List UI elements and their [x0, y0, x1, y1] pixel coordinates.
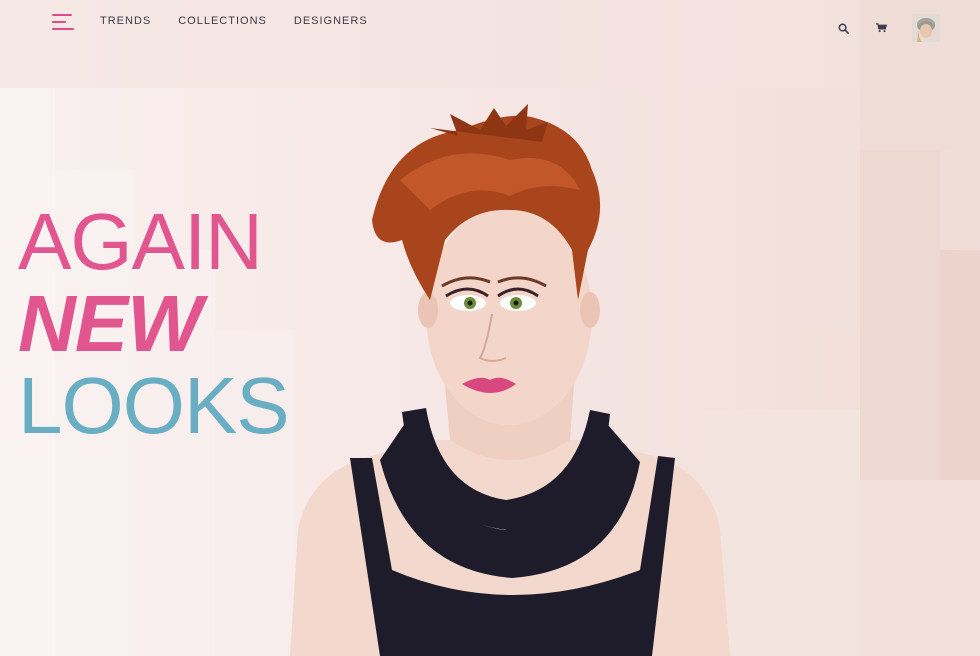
search-icon[interactable] [836, 21, 850, 35]
main-nav: TRENDS COLLECTIONS DESIGNERS [100, 15, 368, 27]
headline-line-again: AGAIN [18, 197, 263, 286]
headline-line-looks: LOOKS [18, 361, 290, 450]
nav-link-collections[interactable]: COLLECTIONS [178, 15, 267, 27]
header-actions [836, 14, 940, 42]
hamburger-menu-icon[interactable] [52, 14, 74, 32]
cart-icon[interactable] [874, 21, 888, 35]
nav-link-designers[interactable]: DESIGNERS [294, 15, 368, 27]
user-avatar[interactable] [912, 14, 940, 42]
headline-line-new: NEW [18, 279, 203, 368]
nav-link-trends[interactable]: TRENDS [100, 15, 151, 27]
top-navigation: TRENDS COLLECTIONS DESIGNERS [0, 0, 980, 50]
hero-model-image [290, 104, 730, 656]
hero-headline: AGAIN NEW LOOKS [18, 197, 290, 450]
